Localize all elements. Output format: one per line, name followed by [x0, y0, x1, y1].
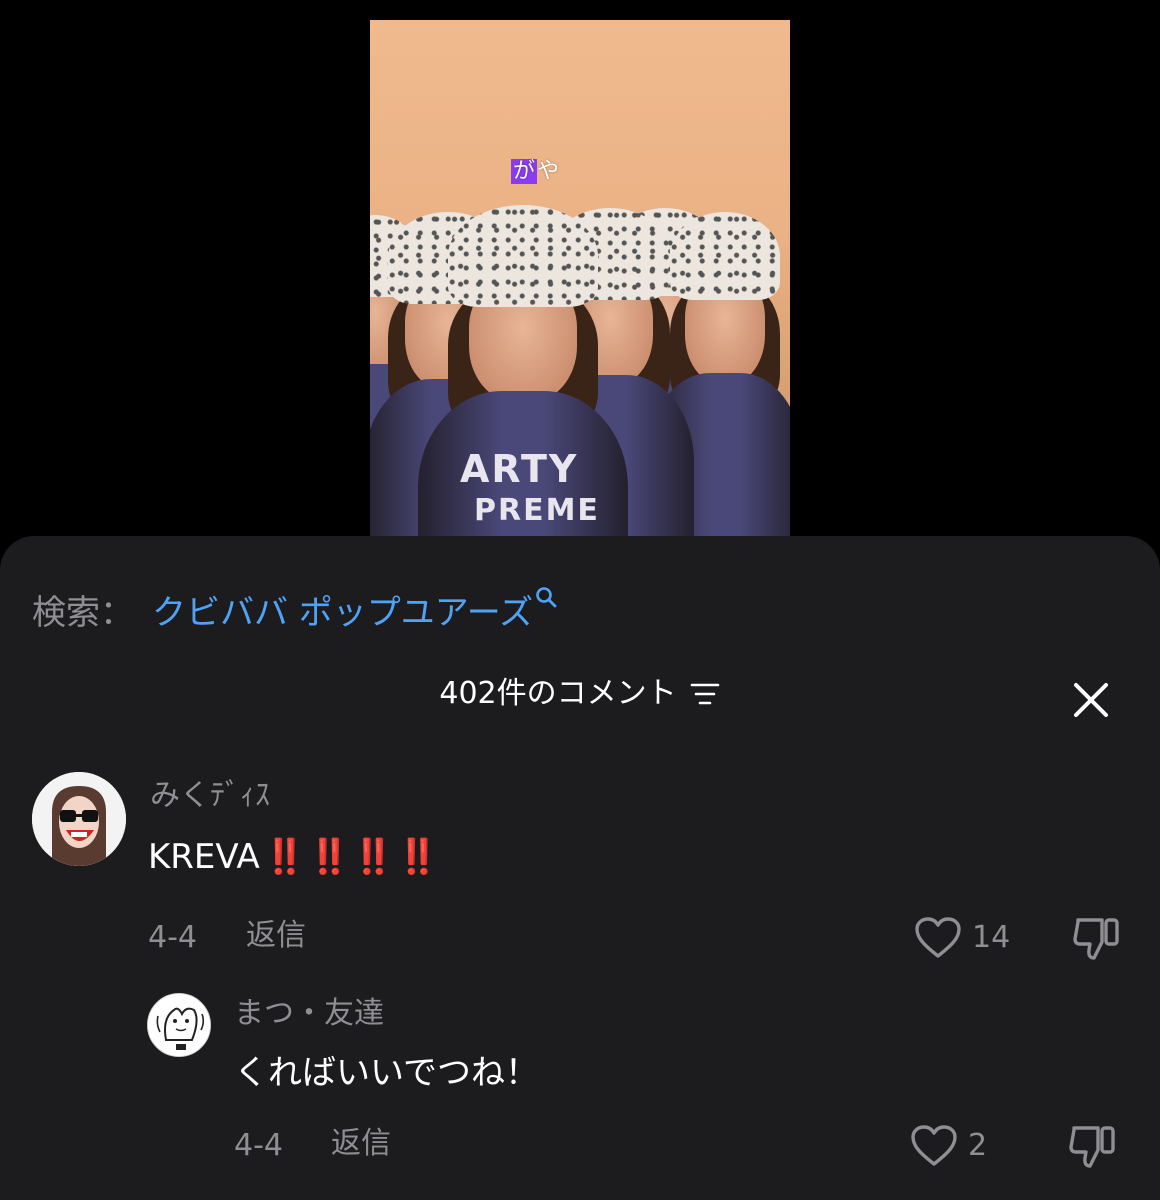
- comments-sheet: 検索： クビババ ポップユアーズ 402件のコメント みくﾃﾞｨｽ KREVA …: [0, 536, 1160, 1200]
- video-player[interactable]: ARTY PREME がや: [0, 0, 1160, 560]
- video-caption: がや: [511, 158, 559, 186]
- reply-button[interactable]: 返信: [331, 1124, 391, 1164]
- comment-text: KREVA ‼️‼️‼️‼️: [148, 834, 441, 880]
- close-button[interactable]: [1070, 679, 1112, 721]
- search-suggestion[interactable]: 検索： クビババ ポップユアーズ: [32, 576, 559, 636]
- comment-count-title: 402件のコメント: [439, 676, 677, 711]
- double-exclamation-emoji: ‼️‼️‼️‼️: [263, 837, 442, 877]
- comment-text: くればいいでつね！: [234, 1053, 539, 1093]
- caption-highlight: が: [511, 159, 538, 184]
- like-count: 14: [972, 920, 1011, 955]
- dislike-button[interactable]: [1072, 916, 1122, 962]
- search-label: 検索：: [32, 593, 134, 633]
- like-button[interactable]: [914, 916, 962, 960]
- search-term-link[interactable]: クビババ ポップユアーズ: [152, 593, 533, 633]
- comment-date: 4-4: [148, 920, 197, 955]
- heart-icon[interactable]: [910, 1124, 958, 1168]
- comment-text-body: KREVA: [148, 837, 260, 877]
- comment-date: 4-4: [234, 1128, 283, 1163]
- thumbs-down-icon[interactable]: [1072, 916, 1122, 962]
- dislike-button[interactable]: [1068, 1124, 1118, 1170]
- caption-rest: や: [537, 159, 560, 184]
- sort-filter-icon[interactable]: [689, 678, 721, 718]
- close-icon[interactable]: [1070, 679, 1112, 721]
- jacket-print: ARTY PREME: [460, 447, 600, 528]
- search-icon[interactable]: [535, 576, 559, 608]
- avatar[interactable]: [147, 993, 211, 1057]
- reply-button[interactable]: 返信: [246, 916, 306, 956]
- comment-username[interactable]: みくﾃﾞｨｽ: [150, 776, 270, 816]
- comment-username[interactable]: まつ・友達: [234, 994, 384, 1034]
- like-button[interactable]: [910, 1124, 958, 1168]
- heart-icon[interactable]: [914, 916, 962, 960]
- like-count: 2: [968, 1128, 988, 1163]
- avatar[interactable]: [32, 772, 126, 866]
- comments-header: 402件のコメント: [0, 674, 1160, 718]
- video-frame[interactable]: ARTY PREME がや: [370, 20, 790, 550]
- thumbs-down-icon[interactable]: [1068, 1124, 1118, 1170]
